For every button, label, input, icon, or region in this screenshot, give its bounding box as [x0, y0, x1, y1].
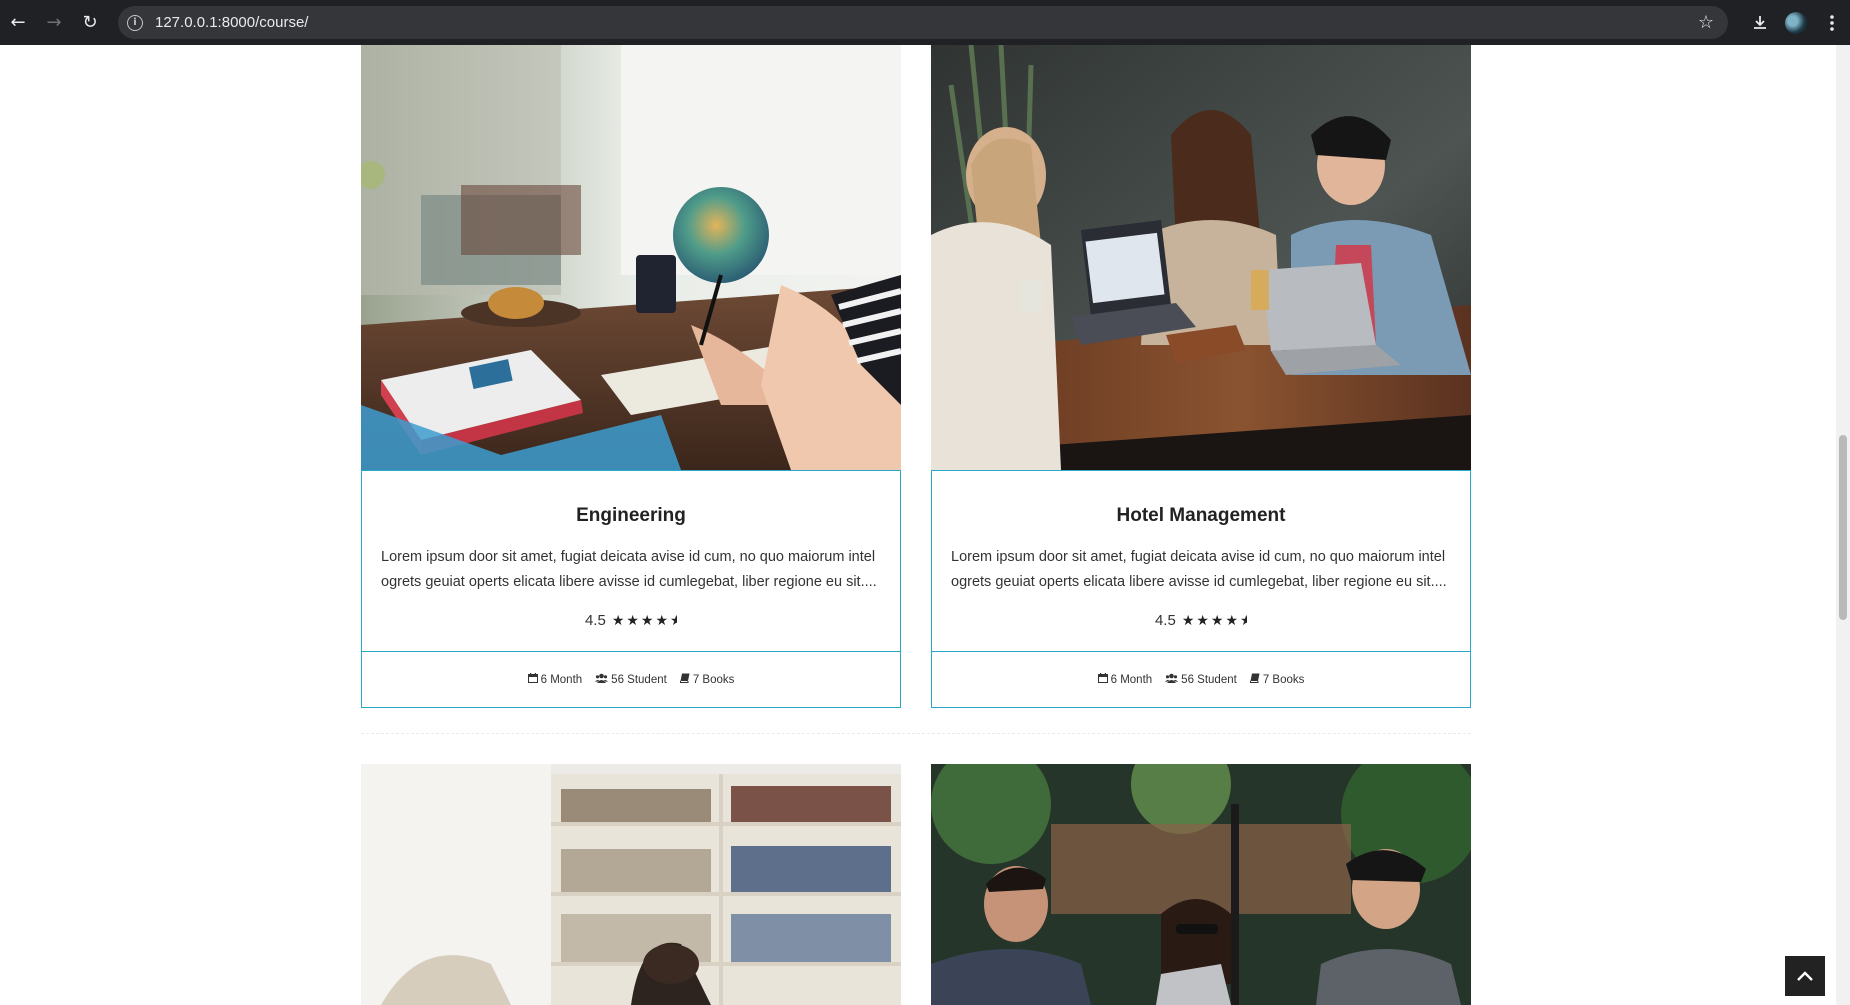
calendar-icon [527, 673, 538, 686]
url-text[interactable]: 127.0.0.1:8000/course/ [155, 14, 308, 31]
rating-stars-icon: ★★★★★ [1181, 612, 1247, 629]
course-description: Lorem ipsum door sit amet, fugiat deicat… [381, 549, 877, 590]
course-card-body: Engineering Lorem ipsum door sit amet, f… [361, 470, 901, 708]
course-card[interactable] [361, 764, 901, 1005]
course-rating: 4.5 ★★★★★ [381, 612, 881, 629]
back-to-top-button[interactable] [1785, 956, 1825, 996]
course-image-hotel-management[interactable] [931, 45, 1471, 470]
calendar-icon [1097, 673, 1108, 686]
rating-value: 4.5 [584, 612, 606, 629]
course-students: 56 Student [1165, 673, 1237, 686]
course-books: 7 Books [1249, 673, 1304, 686]
course-books: 7 Books [679, 673, 734, 686]
site-info-icon[interactable]: i [127, 14, 143, 31]
rating-stars-icon: ★★★★★ [611, 612, 677, 629]
course-card[interactable] [931, 764, 1471, 1005]
users-icon [595, 673, 609, 686]
forward-arrow-icon[interactable]: → [36, 5, 72, 41]
chevron-up-icon [1797, 971, 1813, 981]
scrollbar-thumb[interactable] [1839, 435, 1847, 620]
course-students: 56 Student [595, 673, 667, 686]
course-duration: 6 Month [1097, 673, 1152, 686]
course-page: Engineering Lorem ipsum door sit amet, f… [0, 45, 1836, 1005]
course-title[interactable]: Hotel Management [951, 505, 1451, 527]
book-icon [1249, 673, 1260, 686]
course-meta: 6 Month 56 Student 7 Books [362, 652, 900, 707]
reload-icon[interactable]: ↻ [72, 5, 108, 41]
course-card-body: Hotel Management Lorem ipsum door sit am… [931, 470, 1471, 708]
back-arrow-icon[interactable]: ← [0, 5, 36, 41]
course-image[interactable] [361, 764, 901, 1005]
course-image-engineering[interactable] [361, 45, 901, 470]
bookmark-star-icon[interactable]: ☆ [1698, 12, 1714, 33]
users-icon [1165, 673, 1179, 686]
course-duration: 6 Month [527, 673, 582, 686]
book-icon [679, 673, 690, 686]
course-image[interactable] [931, 764, 1471, 1005]
address-bar[interactable]: i 127.0.0.1:8000/course/ ☆ [118, 6, 1728, 39]
course-rating: 4.5 ★★★★★ [951, 612, 1451, 629]
row-divider [361, 733, 1471, 734]
course-meta: 6 Month 56 Student 7 Books [932, 652, 1470, 707]
course-title[interactable]: Engineering [381, 505, 881, 527]
browser-toolbar: ← → ↻ i 127.0.0.1:8000/course/ ☆ [0, 0, 1850, 45]
course-description: Lorem ipsum door sit amet, fugiat deicat… [951, 549, 1447, 590]
rating-value: 4.5 [1154, 612, 1176, 629]
course-card-hotel-management[interactable]: Hotel Management Lorem ipsum door sit am… [931, 45, 1471, 708]
course-card-engineering[interactable]: Engineering Lorem ipsum door sit amet, f… [361, 45, 901, 708]
page-scrollbar[interactable] [1836, 45, 1850, 1005]
download-icon[interactable] [1742, 5, 1778, 41]
profile-avatar[interactable] [1778, 5, 1814, 41]
menu-kebab-icon[interactable] [1814, 5, 1850, 41]
